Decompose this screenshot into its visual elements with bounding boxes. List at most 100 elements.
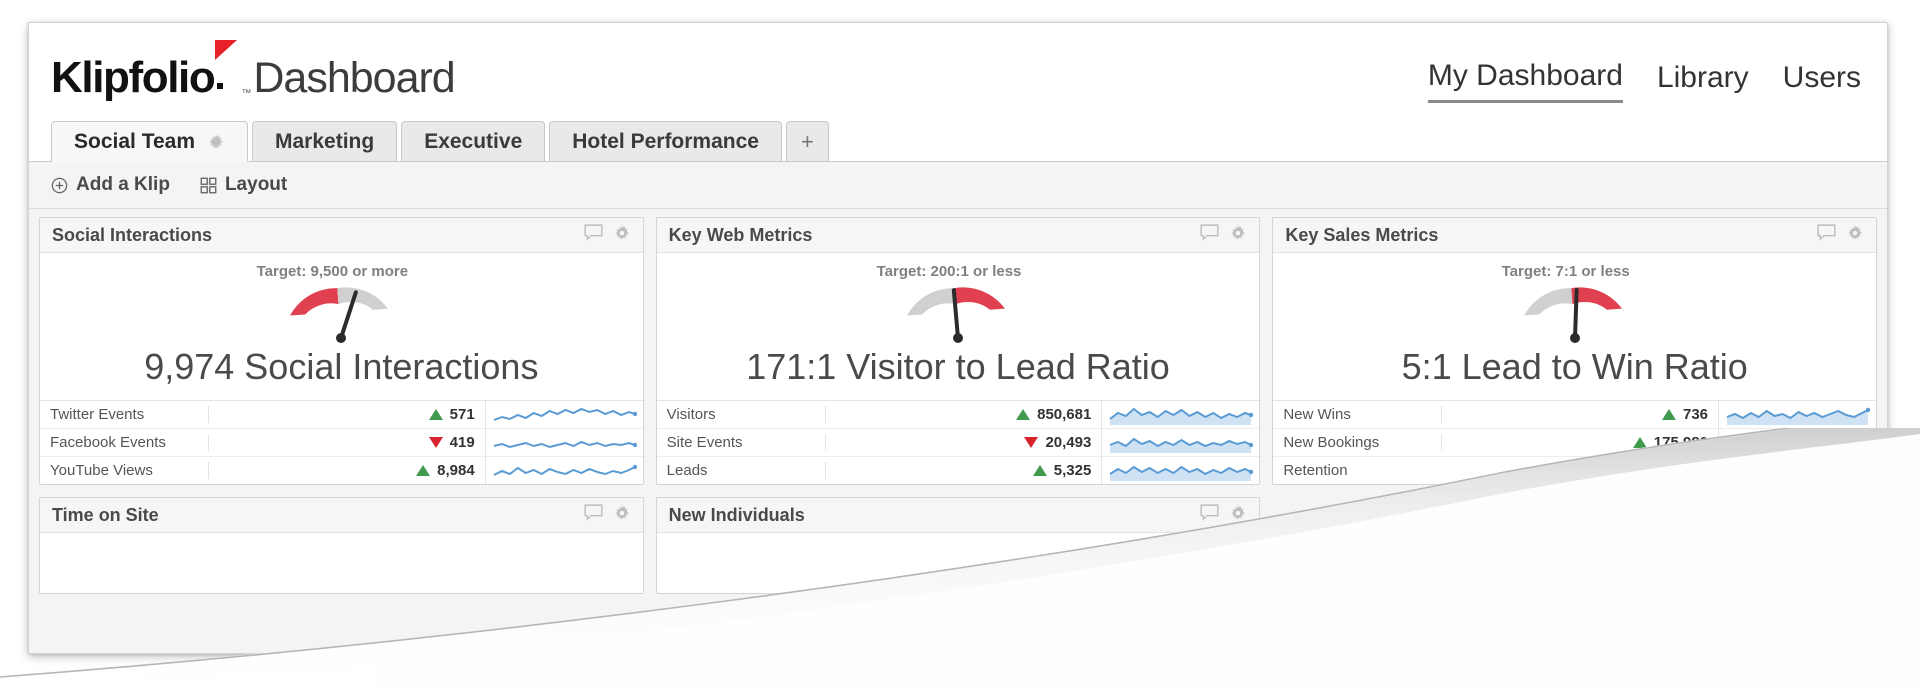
klip-body: Target: 7:1 or less 5:1 Lead to Win Rati…	[1273, 253, 1877, 484]
klip-title: New Individuals	[668, 504, 805, 525]
klip-primary-value: 9,974 Social Interactions	[144, 346, 539, 387]
comment-icon[interactable]	[1200, 224, 1219, 246]
sparkline-chart	[1718, 429, 1876, 456]
top-navigation: My Dashboard Library Users	[1427, 59, 1861, 103]
metric-row: Leads 5,325	[657, 457, 1260, 484]
comment-icon[interactable]	[1817, 224, 1836, 246]
klip-header: Social Interactions	[40, 218, 643, 253]
logo-triangle-icon	[215, 40, 241, 92]
metric-label: New Wins	[1283, 406, 1351, 423]
metric-value: 175,980	[1653, 434, 1709, 451]
klip-key-web-metrics[interactable]: Key Web Metrics Target: 200:1 or less 17…	[655, 217, 1261, 485]
trend-up-icon	[1016, 409, 1031, 420]
metric-value: 736	[1682, 406, 1709, 423]
comment-icon[interactable]	[584, 504, 603, 526]
add-a-klip-button[interactable]: Add a Klip	[51, 174, 170, 196]
klip-header-icons	[1817, 224, 1864, 247]
sparkline-chart	[484, 401, 643, 428]
klip-primary-value: 171:1 Visitor to Lead Ratio	[746, 346, 1170, 387]
dashboard-tabstrip: Social Team Marketing Executive Hotel Pe…	[29, 119, 1887, 162]
klip-header: New Individuals	[656, 498, 1260, 533]
trend-up-icon	[1632, 437, 1647, 448]
metric-label: Retention	[1283, 462, 1348, 479]
tab-social-team[interactable]: Social Team	[51, 121, 248, 162]
sparkline-chart	[484, 457, 643, 484]
trend-up-icon	[1661, 409, 1676, 420]
metric-value-cell: 850,681	[824, 406, 1102, 423]
klip-metric-list: Visitors 850,681 Site Events 20,493 Lead…	[656, 400, 1260, 484]
gear-icon[interactable]	[1229, 224, 1247, 247]
klip-metric-list: Twitter Events 571 Facebook Events 419 Y…	[40, 400, 643, 484]
klip-header-icons	[584, 224, 631, 247]
sparkline-chart	[1718, 457, 1876, 484]
nav-item-users[interactable]: Users	[1783, 61, 1861, 102]
gear-icon[interactable]	[1229, 504, 1247, 527]
trend-up-icon	[416, 465, 431, 476]
add-tab-button[interactable]: +	[785, 121, 829, 161]
gauge-target-label: Target: 9,500 or more	[256, 263, 409, 280]
tab-executive[interactable]: Executive	[401, 121, 546, 161]
metric-row: YouTube Views 8,984	[40, 457, 643, 484]
sparkline-chart	[1101, 457, 1259, 484]
trend-down-icon	[1024, 437, 1039, 448]
tab-label: Social Team	[74, 129, 195, 153]
trend-up-icon	[1032, 465, 1047, 476]
tab-hotel-performance[interactable]: Hotel Performance	[549, 121, 782, 161]
metric-value: 8,984	[437, 462, 475, 479]
metric-value: 5,325	[1053, 462, 1092, 479]
klip-header-icons	[1200, 504, 1247, 527]
screenshot-root: Klipfolio ™ Dashboard My Dashboard Libra…	[0, 0, 1920, 688]
metric-label: Leads	[666, 462, 708, 479]
metric-row: New Wins 736	[1273, 401, 1877, 429]
add-a-klip-label: Add a Klip	[76, 174, 170, 195]
gear-icon[interactable]	[207, 133, 225, 151]
klip-time-on-site[interactable]: Time on Site	[39, 497, 644, 594]
klip-header: Time on Site	[40, 498, 643, 533]
gear-icon[interactable]	[1846, 224, 1864, 247]
app-header: Klipfolio ™ Dashboard My Dashboard Libra…	[29, 23, 1887, 119]
klip-header: Key Sales Metrics	[1273, 218, 1877, 253]
logo-product-name: Dashboard	[253, 54, 455, 102]
tab-label: Hotel Performance	[572, 129, 759, 153]
metric-value-cell: 736	[1441, 406, 1718, 423]
metric-value-cell: 175,980	[1441, 434, 1718, 451]
gear-icon[interactable]	[613, 504, 631, 527]
plus-circle-icon	[51, 177, 68, 194]
sparkline-chart	[1718, 401, 1876, 428]
metric-value: 571	[449, 406, 475, 423]
comment-icon[interactable]	[584, 224, 603, 246]
trend-down-icon	[428, 437, 443, 448]
metric-value: 419	[449, 434, 475, 451]
klip-header-icons	[1200, 224, 1247, 247]
gauge-chart	[657, 282, 1260, 343]
dashboard-window: Klipfolio ™ Dashboard My Dashboard Libra…	[28, 22, 1888, 654]
layout-label: Layout	[224, 174, 288, 195]
metric-row: Visitors 850,681	[656, 401, 1260, 429]
klip-key-sales-metrics[interactable]: Key Sales Metrics Target: 7:1 or less 5:…	[1272, 217, 1878, 485]
sparkline-chart	[1101, 429, 1259, 456]
gauge-chart	[40, 282, 643, 343]
klip-new-individuals[interactable]: New Individuals	[655, 497, 1261, 594]
klipfolio-logo[interactable]: Klipfolio ™ Dashboard	[51, 40, 456, 103]
sparkline-chart	[1101, 401, 1259, 428]
nav-item-library[interactable]: Library	[1657, 61, 1749, 102]
metric-label: YouTube Views	[50, 462, 153, 479]
sparkline-chart	[484, 429, 643, 456]
metric-label: New Bookings	[1283, 434, 1380, 451]
metric-value-cell: 8,984	[208, 462, 485, 479]
nav-item-my-dashboard[interactable]: My Dashboard	[1427, 59, 1623, 103]
klip-social-interactions[interactable]: Social Interactions Target: 9,500 or mor…	[39, 217, 644, 485]
tab-marketing[interactable]: Marketing	[252, 121, 398, 161]
metric-value-cell: 419	[208, 434, 485, 451]
metric-row: Retention	[1273, 457, 1876, 484]
klip-title: Key Sales Metrics	[1285, 224, 1439, 245]
comment-icon[interactable]	[1200, 504, 1219, 526]
gear-icon[interactable]	[613, 224, 631, 247]
metric-row: New Bookings 175,980	[1273, 429, 1877, 457]
metric-label: Site Events	[666, 434, 743, 451]
layout-button[interactable]: Layout	[200, 174, 287, 196]
metric-row: Site Events 20,493	[656, 429, 1260, 457]
klip-header-icons	[584, 504, 631, 527]
metric-label: Visitors	[666, 406, 716, 423]
metric-row: Twitter Events 571	[40, 401, 643, 429]
